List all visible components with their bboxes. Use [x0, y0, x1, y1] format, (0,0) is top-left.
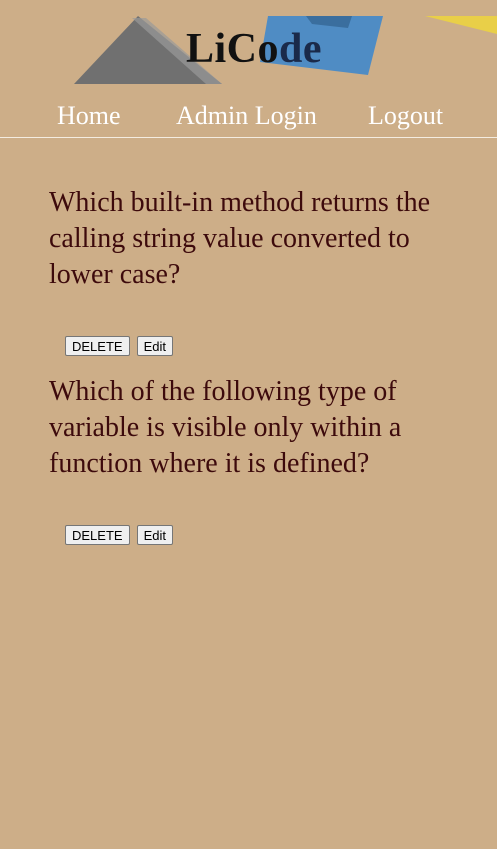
- question-text: Which of the following type of variable …: [49, 376, 402, 479]
- nav-logout-link[interactable]: Logout: [368, 101, 443, 131]
- question-item: Which built-in method returns the callin…: [49, 185, 479, 356]
- nav-home-link[interactable]: Home: [57, 101, 121, 131]
- question-list: Which built-in method returns the callin…: [49, 185, 479, 563]
- question-item: Which of the following type of variable …: [49, 374, 479, 545]
- edit-button[interactable]: Edit: [136, 336, 173, 356]
- header: LiCode: [0, 0, 497, 96]
- question-actions: DELETE Edit: [65, 336, 479, 356]
- logo-text-accent: de: [279, 26, 323, 72]
- logo-text-main: LiCo: [186, 26, 280, 72]
- main-nav: Home Admin Login Logout: [0, 96, 497, 138]
- nav-admin-login-link[interactable]: Admin Login: [176, 101, 317, 131]
- edit-button[interactable]: Edit: [136, 525, 173, 545]
- site-logo[interactable]: LiCode: [186, 28, 322, 70]
- delete-button[interactable]: DELETE: [65, 336, 130, 356]
- question-text: Which built-in method returns the callin…: [49, 187, 431, 290]
- delete-button[interactable]: DELETE: [65, 525, 130, 545]
- question-actions: DELETE Edit: [65, 525, 479, 545]
